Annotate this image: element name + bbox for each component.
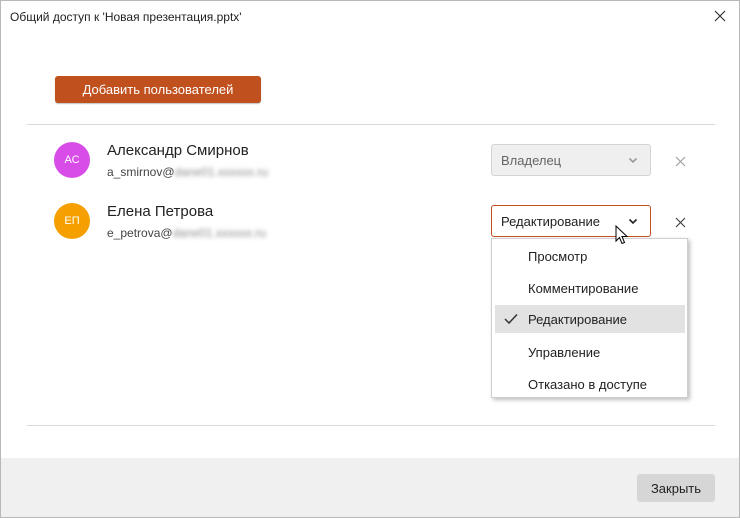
user-email: a_smirnov@dane01.xxxxxx.ru [107,165,268,179]
avatar: АС [54,142,90,178]
user-email-local: e_petrova@ [107,226,173,240]
user-email: e_petrova@dane01.xxxxxx.ru [107,226,266,240]
role-option-view[interactable]: Просмотр [495,242,685,270]
user-row-owner: АС Александр Смирнов a_smirnov@dane01.xx… [1,136,739,186]
add-users-button[interactable]: Добавить пользователей [55,76,261,103]
close-button[interactable]: Закрыть [637,474,715,502]
role-option-label: Отказано в доступе [528,376,648,392]
avatar: ЕП [54,203,90,239]
role-option-comment[interactable]: Комментирование [495,274,685,302]
role-option-label: Управление [528,344,601,360]
role-option-label: Редактирование [528,311,628,327]
mouse-cursor-icon [615,225,629,245]
user-name: Александр Смирнов [107,142,249,159]
title-bar: Общий доступ к 'Новая презентация.pptx' [1,1,739,33]
dialog-title: Общий доступ к 'Новая презентация.pptx' [10,10,242,24]
dialog-footer: Закрыть [1,458,739,517]
role-option-label: Просмотр [528,248,588,264]
top-divider [27,124,715,125]
user-email-domain-blurred: dane01.xxxxxx.ru [174,165,268,179]
close-icon [714,10,726,22]
user-email-local: a_smirnov@ [107,165,175,179]
user-name: Елена Петрова [107,203,214,220]
user-email-domain-blurred: dane01.xxxxxx.ru [172,226,266,240]
role-select-value: Редактирование [501,213,601,229]
role-option-label: Комментирование [528,280,639,296]
bottom-divider [27,425,715,426]
role-option-edit[interactable]: Редактирование [495,305,685,333]
window-close-button[interactable] [709,5,731,27]
share-dialog: Общий доступ к 'Новая презентация.pptx' … [0,0,740,518]
remove-user-button[interactable] [672,153,688,169]
role-option-denied[interactable]: Отказано в доступе [495,370,685,398]
role-select-value: Владелец [501,152,562,168]
remove-user-button[interactable] [672,214,688,230]
role-option-manage[interactable]: Управление [495,338,685,366]
close-icon [675,217,685,227]
chevron-down-icon [628,157,638,164]
role-select-owner: Владелец [491,144,651,176]
close-icon [675,156,685,166]
role-dropdown-menu: Просмотр Комментирование Редактирование … [491,238,688,398]
check-icon [504,313,518,325]
